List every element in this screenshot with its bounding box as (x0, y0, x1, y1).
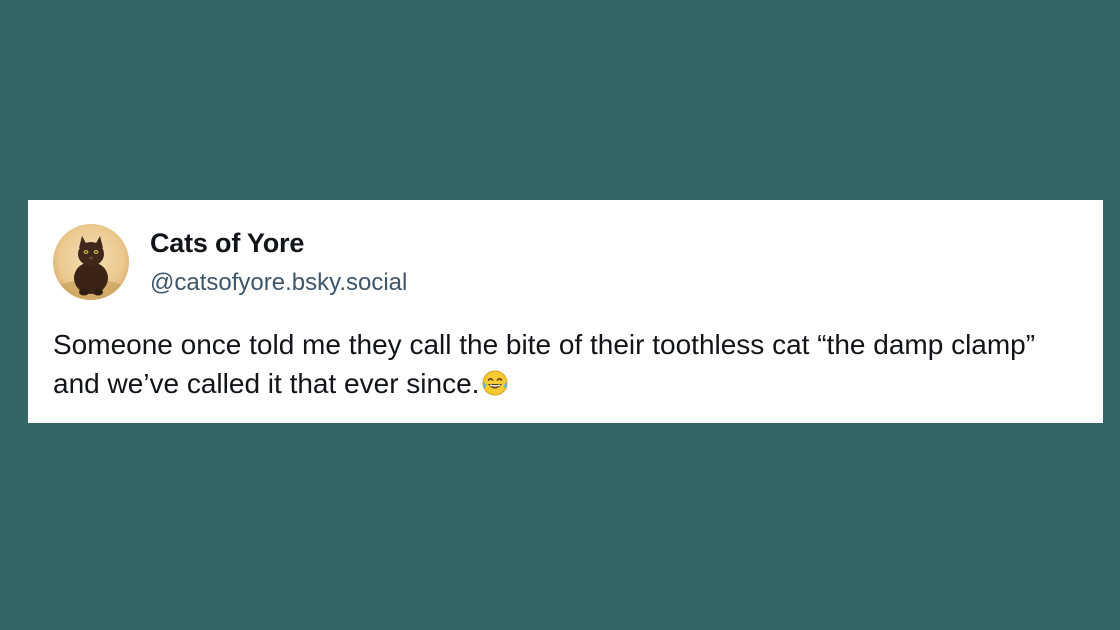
post-text-body: Someone once told me they call the bite … (53, 329, 1036, 399)
author-handle[interactable]: @catsofyore.bsky.social (150, 269, 407, 297)
post-card: Cats of Yore @catsofyore.bsky.social Som… (28, 200, 1103, 423)
cat-avatar-icon (53, 224, 129, 300)
face-with-tears-of-joy-icon (481, 368, 509, 407)
author-name[interactable]: Cats of Yore (150, 228, 304, 259)
avatar[interactable] (53, 224, 129, 300)
post-text: Someone once told me they call the bite … (53, 325, 1063, 407)
